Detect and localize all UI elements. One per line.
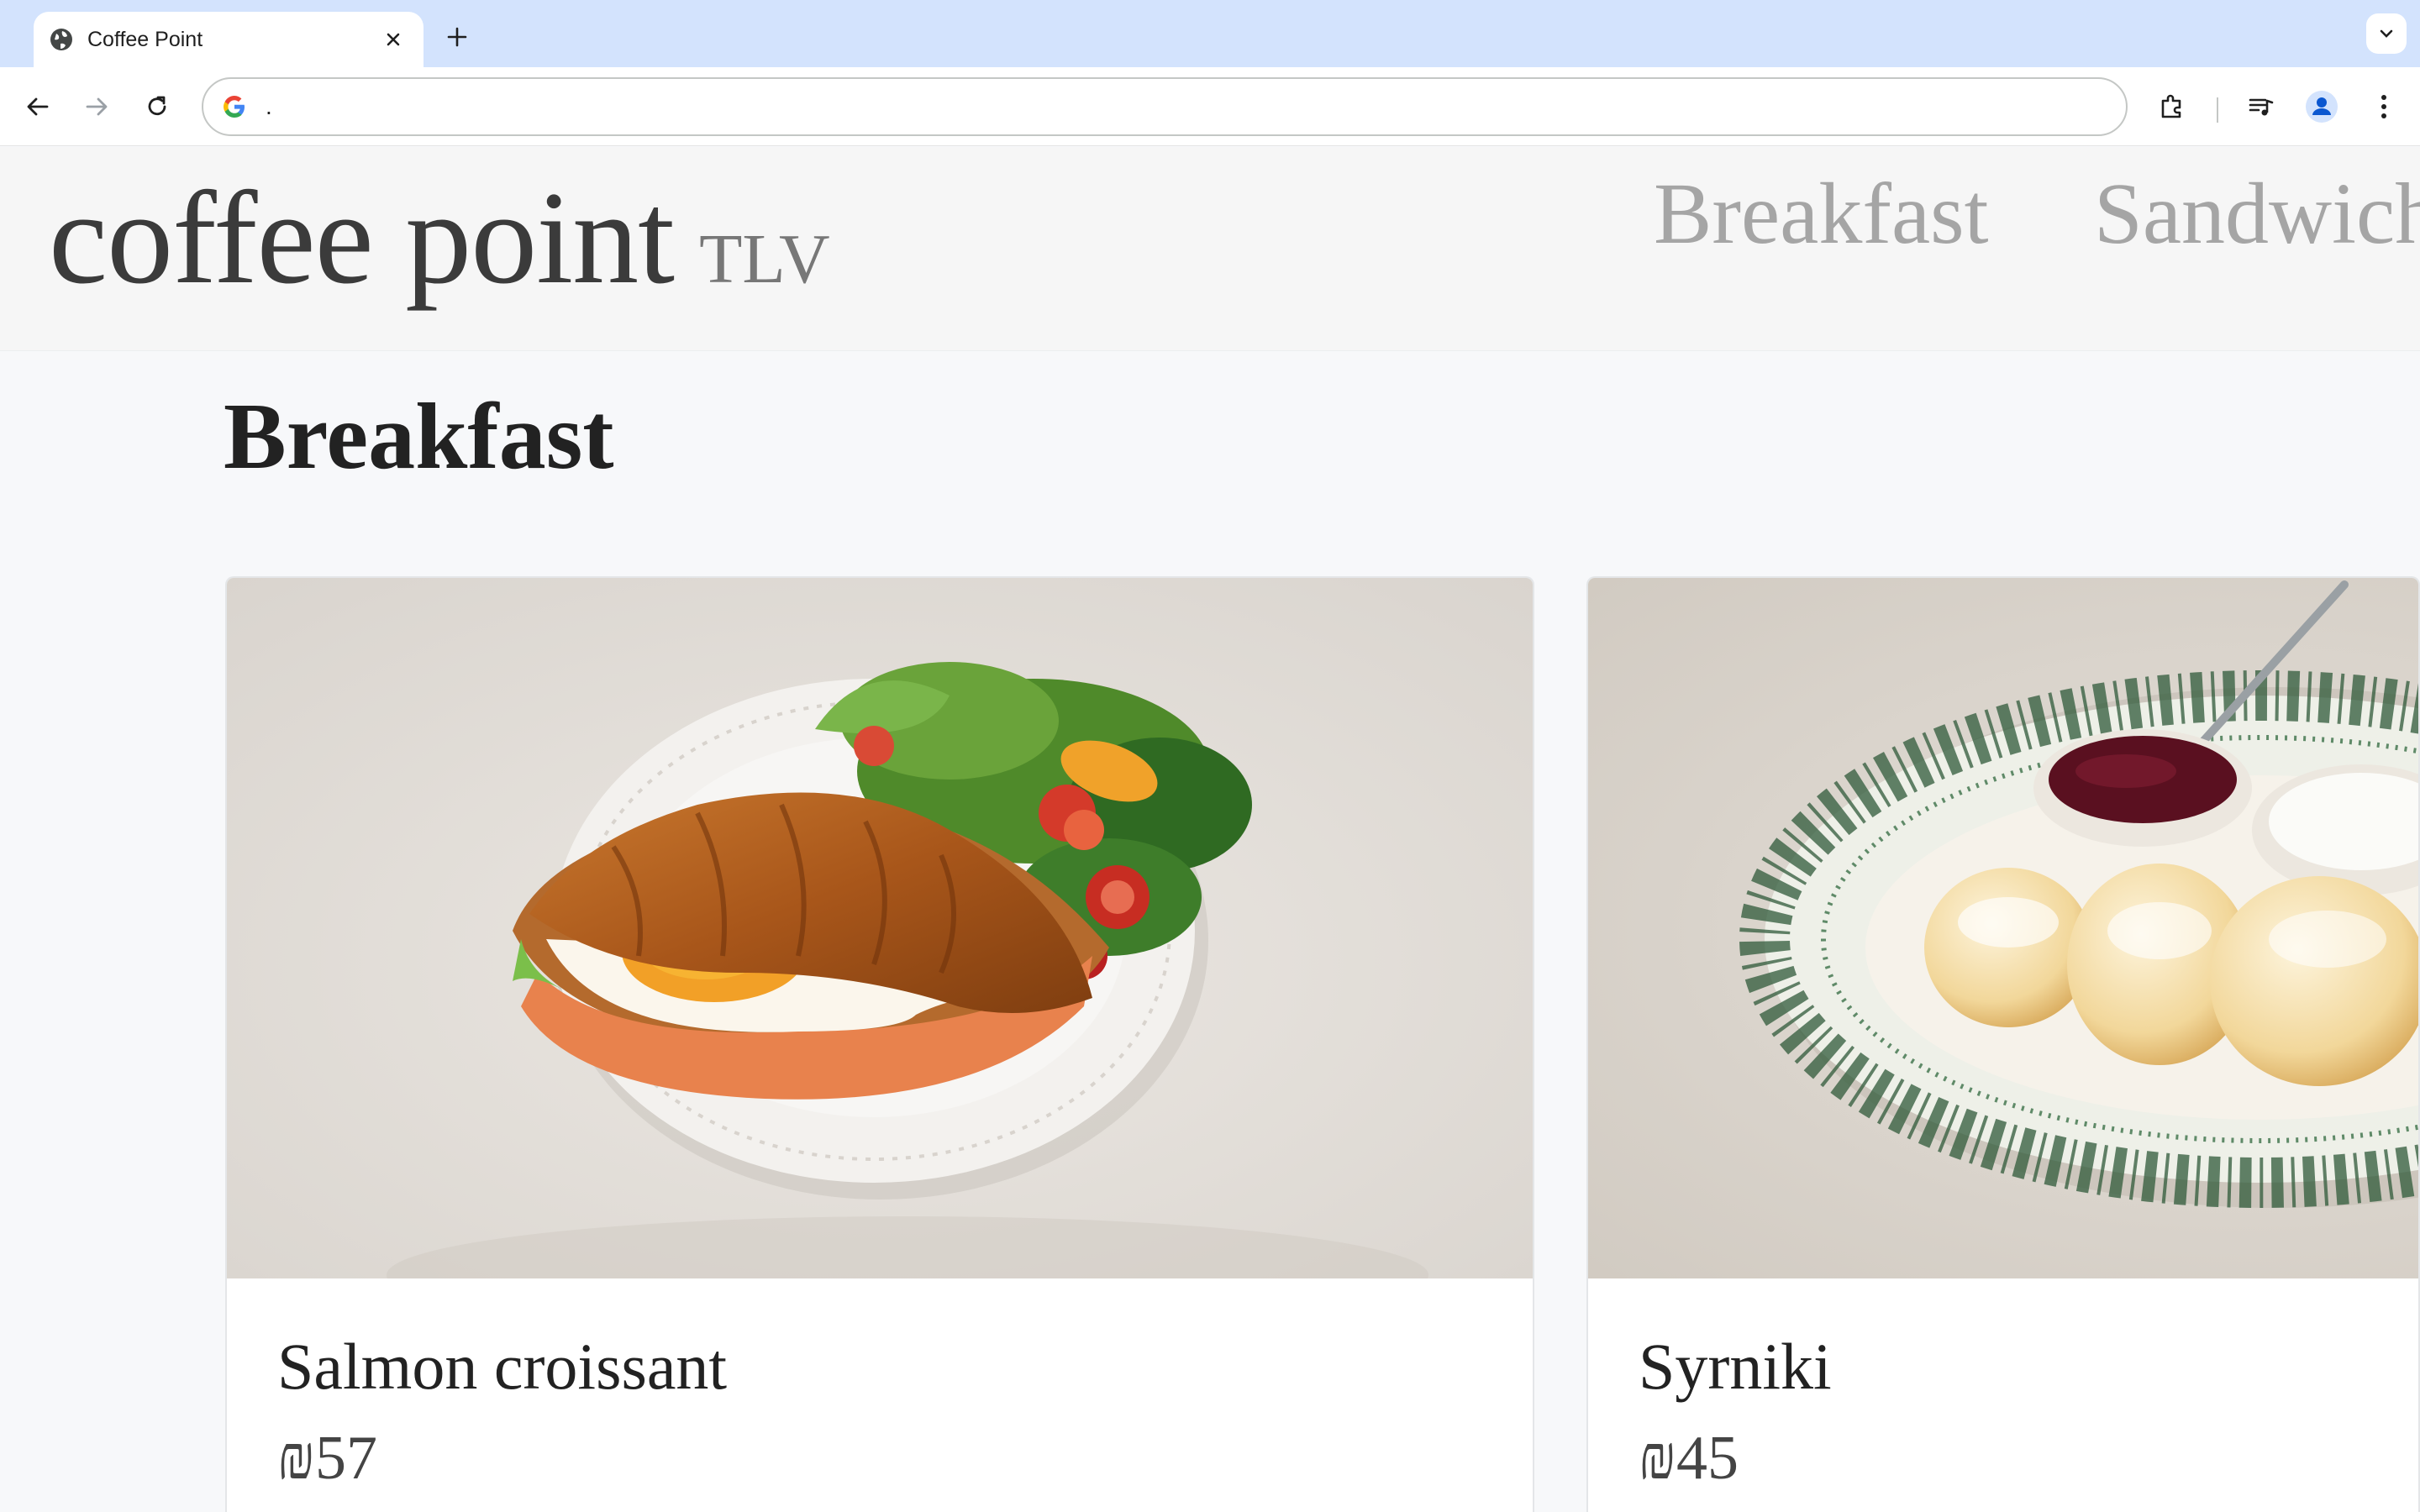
close-tab-icon[interactable]	[380, 26, 407, 53]
extensions-puzzle-icon[interactable]	[2151, 86, 2193, 128]
card-body: Syrniki ₪45	[1588, 1278, 2418, 1512]
globe-icon	[50, 29, 72, 50]
new-tab-plus-icon[interactable]	[440, 20, 474, 54]
profile-avatar-icon[interactable]	[2301, 86, 2343, 128]
tab-title: Coffee Point	[87, 27, 203, 51]
toolbar-divider	[2217, 97, 2218, 123]
back-arrow-icon[interactable]	[17, 86, 59, 128]
site-logo[interactable]: coffee point TLV	[49, 162, 830, 315]
logo-text: coffee point	[49, 165, 675, 312]
item-name: Syrniki	[1639, 1330, 1832, 1403]
browser-toolbar: .	[0, 67, 2420, 146]
site-header: coffee point TLV Breakfast Sandwich	[0, 147, 2420, 351]
reload-icon[interactable]	[136, 86, 178, 128]
item-price: ₪45	[1639, 1424, 1739, 1493]
tab-search-chevron-icon[interactable]	[2366, 13, 2407, 54]
nav-breakfast[interactable]: Breakfast	[1654, 164, 1988, 264]
browser-tabstrip: Coffee Point	[0, 0, 2420, 67]
syrniki-image	[1588, 578, 2418, 1278]
google-g-icon	[224, 96, 245, 118]
item-price: ₪57	[277, 1424, 377, 1493]
media-control-icon[interactable]	[2240, 86, 2282, 128]
section-title: Breakfast	[224, 385, 614, 489]
kebab-menu-icon[interactable]	[2363, 86, 2405, 128]
nav-sandwich[interactable]: Sandwich	[2094, 164, 2420, 264]
card-body: Salmon croissant ₪57	[227, 1278, 1533, 1512]
logo-city: TLV	[699, 220, 830, 298]
menu-item-card[interactable]: Salmon croissant ₪57	[225, 576, 1534, 1512]
address-text: .	[266, 93, 272, 119]
address-bar[interactable]: .	[202, 77, 2128, 136]
menu-item-card[interactable]: Syrniki ₪45	[1586, 576, 2420, 1512]
item-name: Salmon croissant	[277, 1330, 728, 1403]
salmon-croissant-image	[227, 578, 1533, 1278]
browser-tab[interactable]: Coffee Point	[34, 12, 424, 67]
forward-arrow-icon[interactable]	[76, 86, 118, 128]
